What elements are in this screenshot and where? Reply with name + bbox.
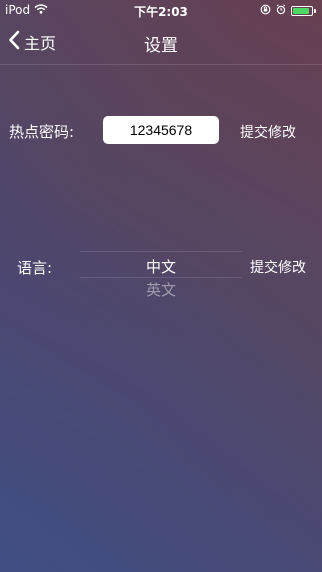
alarm-icon [276,4,286,18]
submit-language-button[interactable]: 提交修改 [250,257,306,277]
picker-divider [80,277,242,278]
picker-divider [80,251,242,252]
battery-fill [293,8,310,14]
submit-password-button[interactable]: 提交修改 [240,122,296,142]
hotspot-password-label: 热点密码: [9,123,75,141]
status-bar: iPod 下午2:03 [0,0,322,20]
language-label: 语言: [17,259,53,277]
page-title: 设置 [144,36,178,56]
language-option-chinese[interactable]: 中文 [80,256,242,277]
battery-cap [314,9,316,13]
battery-icon [291,6,313,16]
hotspot-password-input[interactable] [103,116,219,144]
navigation-bar: 主页 设置 [0,20,322,65]
status-right [260,4,316,18]
language-option-english[interactable]: 英文 [80,279,242,300]
orientation-lock-icon [260,4,271,18]
language-picker[interactable]: 中文 英文 [80,245,242,305]
